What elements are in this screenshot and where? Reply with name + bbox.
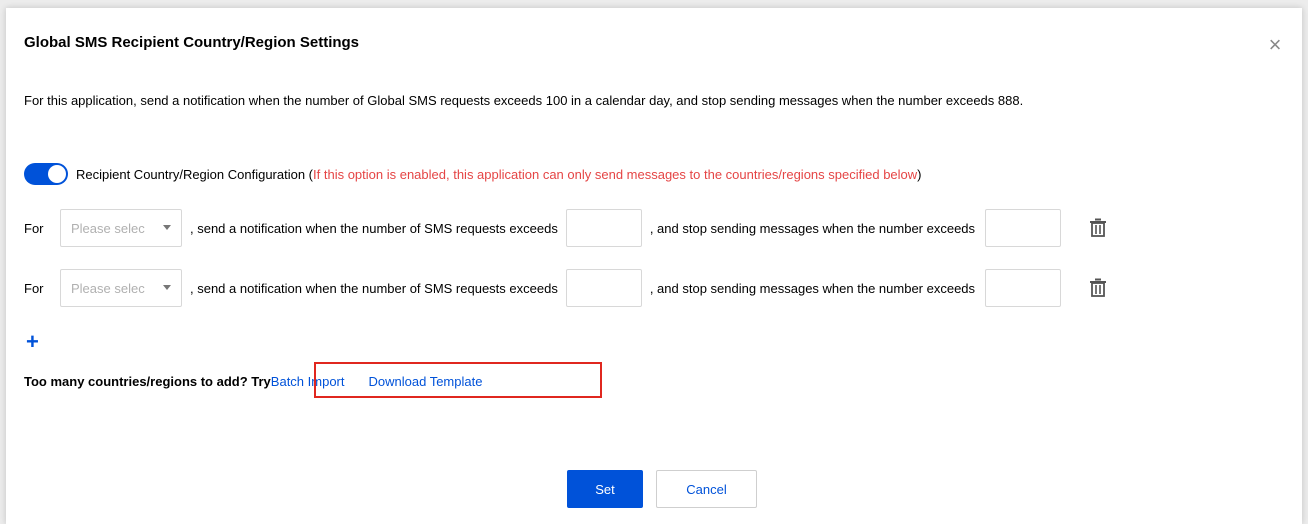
stop-threshold-input[interactable] (985, 269, 1062, 307)
close-icon[interactable]: × (1264, 34, 1286, 56)
rule-for-label: For (24, 220, 44, 236)
toggle-knob (48, 165, 66, 183)
trash-icon[interactable] (1087, 277, 1109, 299)
notify-text: , send a notification when the number of… (190, 220, 558, 236)
stop-text: , and stop sending messages when the num… (649, 220, 976, 236)
batch-import-row: Too many countries/regions to add? Try Ba… (24, 374, 482, 389)
country-select-placeholder: Please selec (71, 280, 145, 296)
country-select[interactable]: Please selec (60, 209, 182, 247)
plus-icon[interactable]: + (26, 331, 42, 353)
recipient-config-toggle[interactable] (24, 163, 68, 185)
rule-for-label: For (24, 280, 44, 296)
rule-row-1: For Please selec , send a notification w… (24, 208, 1109, 248)
recipient-config-row: Recipient Country/Region Configuration (… (24, 163, 922, 185)
settings-dialog: Global SMS Recipient Country/Region Sett… (6, 8, 1302, 524)
stop-threshold-input[interactable] (985, 209, 1062, 247)
set-button[interactable]: Set (567, 470, 643, 508)
country-select[interactable]: Please selec (60, 269, 182, 307)
rule-row-2: For Please selec , send a notification w… (24, 268, 1109, 308)
download-template-link[interactable]: Download Template (369, 374, 483, 389)
stop-text: , and stop sending messages when the num… (649, 280, 976, 296)
import-prompt: Too many countries/regions to add? Try (24, 374, 271, 389)
toggle-warning: If this option is enabled, this applicat… (313, 166, 918, 182)
dialog-description: For this application, send a notificatio… (24, 93, 1024, 108)
cancel-button[interactable]: Cancel (656, 470, 757, 508)
country-select-placeholder: Please selec (71, 220, 145, 236)
trash-icon[interactable] (1087, 217, 1109, 239)
notify-threshold-input[interactable] (565, 209, 642, 247)
dialog-title: Global SMS Recipient Country/Region Sett… (24, 34, 360, 51)
chevron-down-icon (163, 225, 171, 230)
toggle-label: Recipient Country/Region Configuration ( (76, 166, 314, 182)
batch-import-link[interactable]: Batch Import (271, 374, 345, 389)
notify-threshold-input[interactable] (565, 269, 642, 307)
toggle-label-close: ) (917, 166, 922, 182)
notify-text: , send a notification when the number of… (190, 280, 558, 296)
chevron-down-icon (163, 285, 171, 290)
